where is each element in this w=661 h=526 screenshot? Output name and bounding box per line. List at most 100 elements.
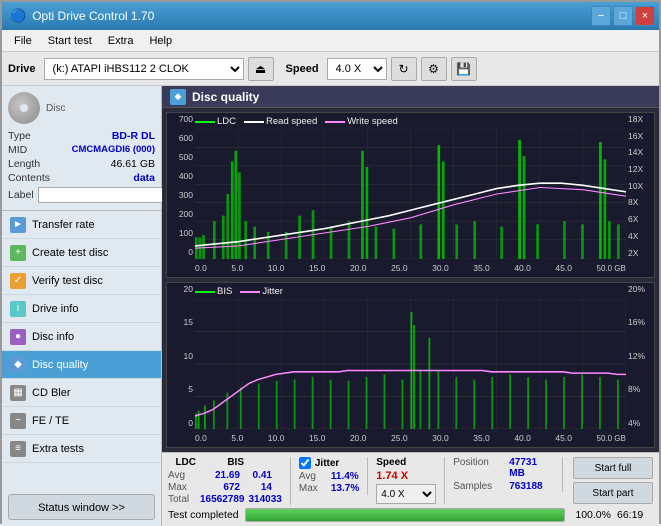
- eject-button[interactable]: ⏏: [248, 57, 274, 81]
- samples-value: 763188: [509, 481, 542, 492]
- sidebar-item-create-test-disc[interactable]: + Create test disc: [2, 239, 161, 267]
- status-text: Test completed: [168, 509, 239, 521]
- transfer-rate-label: Transfer rate: [32, 219, 95, 231]
- disc-contents-row: Contents data: [8, 172, 155, 184]
- extra-tests-label: Extra tests: [32, 443, 84, 455]
- speed-header: Speed: [376, 457, 436, 468]
- bottom-area: LDC BIS Avg 21.69 0.41 Max 672 14 Tota: [162, 452, 659, 526]
- drive-label: Drive: [8, 63, 36, 75]
- sidebar-item-disc-info[interactable]: ● Disc info: [2, 323, 161, 351]
- menu-item-file[interactable]: File: [6, 33, 40, 49]
- disc-label-input[interactable]: [38, 187, 176, 203]
- fe-te-label: FE / TE: [32, 415, 69, 427]
- legend-bis: BIS: [195, 286, 232, 297]
- fe-te-icon: ~: [10, 413, 26, 429]
- speed-label: Speed: [286, 63, 319, 75]
- bis-chart: BIS Jitter 20 15 10 5 0 20% 16%: [166, 282, 655, 448]
- save-button[interactable]: 💾: [451, 57, 477, 81]
- progress-percent: 100.0%: [571, 509, 611, 521]
- sidebar-item-cd-bler[interactable]: ▦ CD Bler: [2, 379, 161, 407]
- close-button[interactable]: ×: [635, 6, 655, 26]
- disc-info-label: Disc info: [32, 331, 74, 343]
- action-buttons: Start full Start part: [573, 457, 653, 504]
- jitter-checkbox[interactable]: [299, 457, 311, 469]
- stats-row: LDC BIS Avg 21.69 0.41 Max 672 14 Tota: [168, 457, 653, 505]
- chart2-inner: [195, 299, 626, 429]
- menu-item-extra[interactable]: Extra: [100, 33, 142, 49]
- content-area: ◆ Disc quality LDC Read speed: [162, 86, 659, 526]
- progress-area: Test completed 100.0% 66:19: [168, 508, 653, 522]
- chart1-y-left: 700 600 500 400 300 200 100 0: [167, 113, 195, 257]
- max-jitter: 13.7%: [331, 483, 359, 494]
- max-label: Max: [168, 482, 196, 493]
- progress-bar: [245, 508, 565, 522]
- drive-info-label: Drive info: [32, 303, 78, 315]
- create-test-disc-label: Create test disc: [32, 247, 108, 259]
- sidebar-item-verify-test-disc[interactable]: ✓ Verify test disc: [2, 267, 161, 295]
- chart2-y-left: 20 15 10 5 0: [167, 283, 195, 427]
- disc-info-icon: ●: [10, 329, 26, 345]
- disc-length-row: Length 46.61 GB: [8, 158, 155, 170]
- window-controls: − □ ×: [591, 6, 655, 26]
- sidebar-item-extra-tests[interactable]: ≡Extra tests: [2, 435, 161, 463]
- nav-items: ► Transfer rate + Create test disc ✓ Verify t…: [2, 211, 161, 463]
- chart2-y-right: 20% 16% 12% 8% 4%: [626, 283, 654, 427]
- position-label: Position: [453, 457, 503, 479]
- content-icon: ◆: [170, 89, 186, 105]
- toolbar: Drive (k:) ATAPI iHBS112 2 CLOK ⏏ Speed …: [2, 52, 659, 86]
- disc-type-row: Type BD-R DL: [8, 130, 155, 142]
- disc-header: Disc: [8, 92, 155, 124]
- time-label: 66:19: [617, 509, 653, 521]
- menu-item-start-test[interactable]: Start test: [40, 33, 100, 49]
- minimize-button[interactable]: −: [591, 6, 611, 26]
- legend-read-speed: Read speed: [244, 116, 317, 127]
- titlebar: 🔵 Opti Drive Control 1.70 − □ ×: [2, 2, 659, 30]
- total-label: Total: [168, 494, 196, 505]
- speed-dropdown[interactable]: 4.0 X: [376, 484, 436, 504]
- speed-value: 1.74 X: [376, 470, 436, 482]
- drive-selector[interactable]: (k:) ATAPI iHBS112 2 CLOK: [44, 58, 244, 80]
- main-container: Disc Type BD-R DL MID CMCMAGDI6 (000) Le…: [2, 86, 659, 526]
- sidebar-item-disc-quality[interactable]: ◆Disc quality: [2, 351, 161, 379]
- max-ldc: 672: [200, 482, 240, 493]
- content-header: ◆ Disc quality: [162, 86, 659, 108]
- sidebar: Disc Type BD-R DL MID CMCMAGDI6 (000) Le…: [2, 86, 162, 526]
- chart1-x-axis: 0.0 5.0 10.0 15.0 20.0 25.0 30.0 35.0 40…: [195, 259, 626, 277]
- cd-bler-label: CD Bler: [32, 387, 71, 399]
- total-bis: 314033: [249, 494, 282, 505]
- maximize-button[interactable]: □: [613, 6, 633, 26]
- status-window-button[interactable]: Status window >>: [8, 494, 155, 520]
- start-full-button[interactable]: Start full: [573, 457, 653, 479]
- cd-bler-icon: ▦: [10, 385, 26, 401]
- position-value: 47731 MB: [509, 457, 554, 479]
- transfer-rate-icon: ►: [10, 217, 26, 233]
- legend-write-speed: Write speed: [325, 116, 398, 127]
- app-icon: 🔵: [10, 8, 26, 24]
- sidebar-item-fe-te[interactable]: ~ FE / TE: [2, 407, 161, 435]
- charts-area: LDC Read speed Write speed 700 600 500: [162, 108, 659, 452]
- avg-bis: 0.41: [244, 470, 272, 481]
- start-part-button[interactable]: Start part: [573, 482, 653, 504]
- sidebar-item-drive-info[interactable]: i Drive info: [2, 295, 161, 323]
- jitter-label: Jitter: [315, 458, 339, 469]
- menubar: FileStart testExtraHelp: [2, 30, 659, 52]
- disc-details: Disc: [46, 103, 65, 114]
- app-title: Opti Drive Control 1.70: [32, 9, 154, 23]
- verify-test-disc-icon: ✓: [10, 273, 26, 289]
- refresh-button[interactable]: ↻: [391, 57, 417, 81]
- disc-section: Disc Type BD-R DL MID CMCMAGDI6 (000) Le…: [2, 86, 161, 211]
- speed-selector[interactable]: 4.0 X: [327, 58, 387, 80]
- avg-label: Avg: [168, 470, 196, 481]
- bis-header: BIS: [216, 457, 244, 468]
- menu-item-help[interactable]: Help: [141, 33, 180, 49]
- ldc-chart-legend: LDC Read speed Write speed: [195, 116, 398, 127]
- create-test-disc-icon: +: [10, 245, 26, 261]
- total-ldc: 16562789: [200, 494, 245, 505]
- sidebar-item-transfer-rate[interactable]: ► Transfer rate: [2, 211, 161, 239]
- ldc-chart: LDC Read speed Write speed 700 600 500: [166, 112, 655, 278]
- drive-info-icon: i: [10, 301, 26, 317]
- bis-chart-legend: BIS Jitter: [195, 286, 283, 297]
- disc-quality-label: Disc quality: [32, 359, 88, 371]
- settings-button[interactable]: ⚙: [421, 57, 447, 81]
- verify-test-disc-label: Verify test disc: [32, 275, 103, 287]
